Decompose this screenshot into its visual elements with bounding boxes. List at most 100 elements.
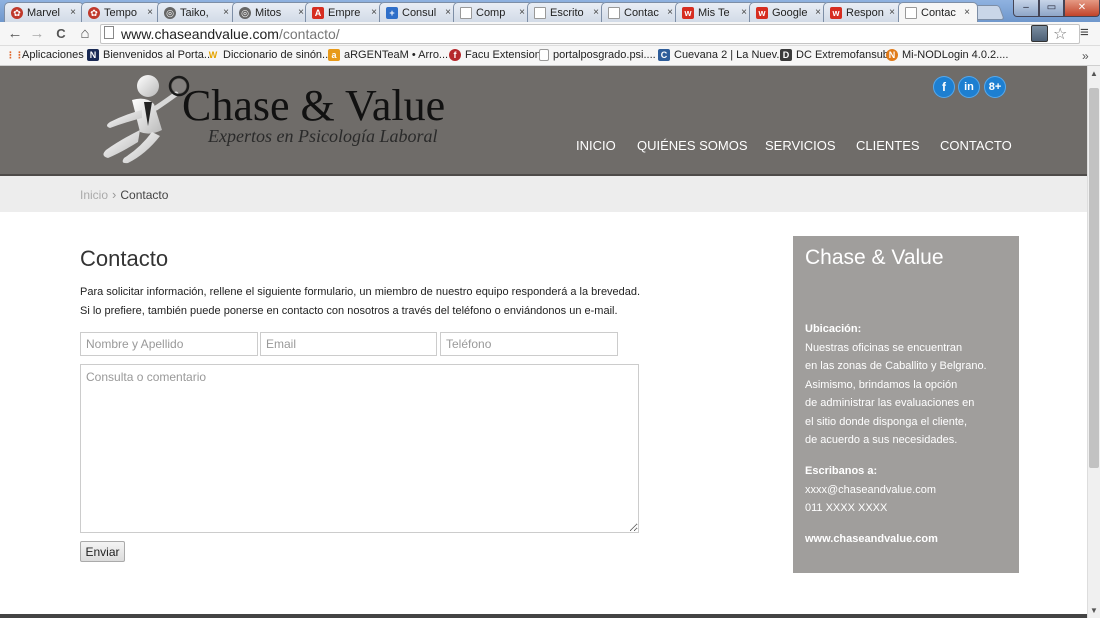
nod-icon: N bbox=[886, 49, 898, 61]
google-plus-icon[interactable]: 8+ bbox=[984, 76, 1006, 98]
intro-text-line-1: Para solicitar información, rellene el s… bbox=[80, 286, 641, 298]
tab-close-icon[interactable]: × bbox=[67, 7, 79, 18]
tab-label: Contac bbox=[624, 6, 659, 19]
bookmark-item[interactable]: W Diccionario de sinón... bbox=[207, 49, 331, 61]
red-w-icon: w bbox=[830, 6, 842, 19]
nav-inicio[interactable]: INICIO bbox=[576, 138, 616, 153]
forward-arrow-icon[interactable]: → bbox=[28, 25, 46, 43]
facebook-icon[interactable]: f bbox=[933, 76, 955, 98]
location-heading: Ubicación: bbox=[805, 323, 862, 335]
browser-tab-strip: ✿ Marvel × ✿ Tempo × ◎ Taiko, × ◎ Mitos × A Empre… bbox=[0, 0, 1100, 22]
scroll-down-icon[interactable]: ▼ bbox=[1090, 606, 1098, 615]
url-host: www.chaseandvalue.com bbox=[121, 26, 279, 42]
browser-tab[interactable]: A Empre × bbox=[305, 2, 385, 22]
bookmark-item[interactable]: N Mi-NODLogin 4.0.2.... bbox=[886, 49, 1008, 61]
red-a-icon: A bbox=[312, 6, 324, 19]
browser-tab[interactable]: w Respon × bbox=[823, 2, 903, 22]
contact-email[interactable]: xxxx@chaseandvalue.com bbox=[805, 484, 936, 496]
contact-phone: 011 XXXX XXXX bbox=[805, 502, 888, 514]
minimize-button[interactable]: – bbox=[1013, 0, 1039, 17]
nav-clientes[interactable]: CLIENTES bbox=[856, 138, 920, 153]
nav-contacto[interactable]: CONTACTO bbox=[940, 138, 1012, 153]
gray-globe-icon: ◎ bbox=[164, 6, 176, 19]
tab-close-icon[interactable]: × bbox=[144, 7, 156, 18]
nav-servicios[interactable]: SERVICIOS bbox=[765, 138, 836, 153]
logo-title[interactable]: Chase & Value bbox=[182, 80, 445, 131]
name-field[interactable] bbox=[80, 332, 258, 356]
tab-label: Escrito bbox=[550, 6, 584, 19]
tab-label: Marvel bbox=[27, 6, 61, 19]
red-w-icon: w bbox=[682, 6, 694, 19]
gray-globe-icon: ◎ bbox=[239, 6, 251, 19]
tab-label: Respon bbox=[846, 6, 884, 19]
browser-tab[interactable]: Comp × bbox=[453, 2, 533, 22]
message-field[interactable] bbox=[80, 364, 639, 533]
bookmarks-overflow-icon[interactable]: » bbox=[1082, 49, 1089, 63]
email-field[interactable] bbox=[260, 332, 437, 356]
tab-label: Tempo bbox=[104, 6, 138, 19]
browser-tab[interactable]: ✿ Tempo × bbox=[81, 2, 161, 22]
nav-quienes-somos[interactable]: QUIÉNES SOMOS bbox=[637, 138, 748, 153]
wr-logo-icon: W bbox=[208, 50, 218, 60]
linkedin-icon[interactable]: in bbox=[958, 76, 980, 98]
maximize-button[interactable]: ▭ bbox=[1039, 0, 1064, 17]
bookmark-label: DC Extremofansub bbox=[796, 49, 889, 61]
bookmark-star-icon[interactable]: ☆ bbox=[1053, 24, 1067, 44]
browser-tab[interactable]: w Mis Te × bbox=[675, 2, 755, 22]
bookmark-label: Aplicaciones bbox=[22, 49, 84, 61]
browser-tab[interactable]: ✿ Marvel × bbox=[4, 2, 84, 22]
submit-button[interactable]: Enviar bbox=[80, 541, 125, 562]
tab-close-icon[interactable]: × bbox=[961, 7, 973, 18]
tab-label: Google bbox=[772, 6, 808, 19]
tab-label: Contac bbox=[921, 6, 956, 19]
scroll-up-icon[interactable]: ▲ bbox=[1090, 69, 1098, 78]
bookmark-label: portalposgrado.psi.... bbox=[553, 49, 656, 61]
browser-tab[interactable]: Escrito × bbox=[527, 2, 607, 22]
chevron-right-icon: › bbox=[112, 187, 117, 202]
detective-figure-icon bbox=[103, 75, 190, 164]
page-icon bbox=[608, 6, 620, 19]
home-icon[interactable]: ⌂ bbox=[76, 25, 94, 43]
page-viewport: Chase & Value Expertos en Psicología Lab… bbox=[0, 66, 1087, 618]
red-pinwheel-icon: ✿ bbox=[11, 6, 23, 19]
breadcrumb-home-link[interactable]: Inicio bbox=[80, 188, 108, 202]
location-line: el sitio donde disponga el cliente, bbox=[805, 416, 968, 428]
contact-heading: Escribanos a: bbox=[805, 465, 878, 477]
back-arrow-icon[interactable]: ← bbox=[6, 25, 24, 43]
tab-close-icon[interactable]: × bbox=[220, 7, 232, 18]
website-link[interactable]: www.chaseandvalue.com bbox=[805, 533, 938, 545]
apps-grid-icon: ⋮⋮ bbox=[6, 50, 24, 60]
footer-divider bbox=[0, 614, 1087, 618]
extension-icon[interactable] bbox=[1031, 25, 1048, 42]
bookmark-item[interactable]: ⋮⋮ Aplicaciones bbox=[6, 49, 84, 61]
address-bar[interactable]: www.chaseandvalue.com/contacto/ bbox=[100, 24, 1080, 44]
red-w-icon: w bbox=[756, 6, 768, 19]
bookmark-item[interactable]: a aRGENTeaM • Arro... bbox=[328, 49, 448, 61]
browser-tab[interactable]: + Consul × bbox=[379, 2, 459, 22]
close-window-button[interactable]: ✕ bbox=[1064, 0, 1100, 17]
bookmark-label: Cuevana 2 | La Nuev... bbox=[674, 49, 786, 61]
reload-icon[interactable]: C bbox=[52, 25, 70, 43]
bookmark-label: Diccionario de sinón... bbox=[223, 49, 332, 61]
browser-tab[interactable]: ◎ Mitos × bbox=[232, 2, 312, 22]
tab-close-icon[interactable]: × bbox=[886, 7, 898, 18]
bookmark-item[interactable]: C Cuevana 2 | La Nuev... bbox=[658, 49, 786, 61]
breadcrumb: Inicio › Contacto bbox=[80, 187, 168, 202]
browser-tab-active[interactable]: Contac × bbox=[898, 2, 978, 22]
browser-menu-icon[interactable]: ≡ bbox=[1080, 24, 1089, 41]
bookmark-item[interactable]: f Facu Extension bbox=[449, 49, 541, 61]
red-pinwheel-icon: ✿ bbox=[88, 6, 100, 19]
page-scrollbar[interactable]: ▲ ▼ bbox=[1087, 66, 1100, 618]
browser-tab[interactable]: Contac × bbox=[601, 2, 681, 22]
scrollbar-thumb[interactable] bbox=[1089, 88, 1099, 468]
browser-tab[interactable]: ◎ Taiko, × bbox=[157, 2, 237, 22]
bookmark-item[interactable]: D DC Extremofansub bbox=[780, 49, 889, 61]
browser-tab[interactable]: w Google × bbox=[749, 2, 829, 22]
bookmark-label: Facu Extension bbox=[465, 49, 541, 61]
phone-field[interactable] bbox=[440, 332, 618, 356]
cuevana-icon: C bbox=[658, 49, 670, 61]
bookmark-item[interactable]: N Bienvenidos al Porta... bbox=[87, 49, 213, 61]
tab-label: Empre bbox=[328, 6, 361, 19]
bookmark-item[interactable]: portalposgrado.psi.... bbox=[539, 49, 656, 61]
n-logo-icon: N bbox=[87, 49, 99, 61]
